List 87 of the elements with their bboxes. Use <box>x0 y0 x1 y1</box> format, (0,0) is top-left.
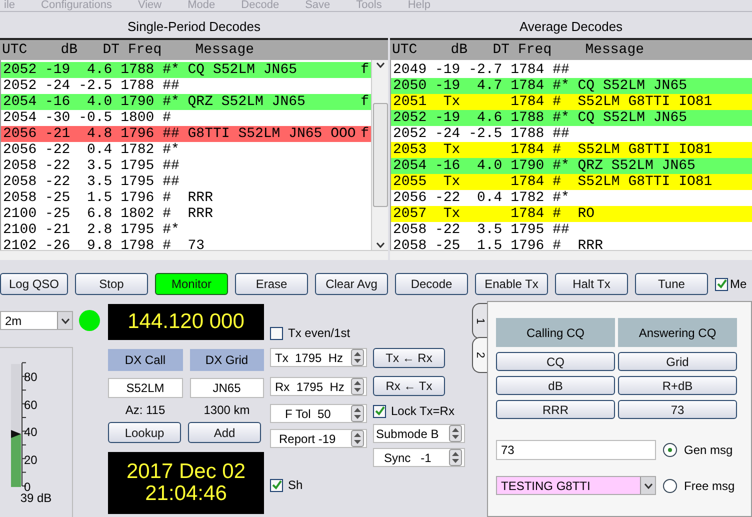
toolbar-button[interactable]: Stop <box>75 273 148 295</box>
spin-arrows-icon[interactable] <box>351 430 364 447</box>
table-header: UTC dB DT Freq Message <box>0 40 388 60</box>
caret-icon <box>644 482 652 488</box>
column-header: Calling CQ <box>496 318 615 347</box>
dx-call-field[interactable]: S52LM <box>108 378 182 398</box>
message-button[interactable]: Grid <box>618 352 737 371</box>
scrollbar[interactable] <box>390 250 752 260</box>
clock-date: 2017 Dec 02 <box>126 460 246 483</box>
caret-icon <box>376 62 384 68</box>
tolerance-spinbox[interactable]: F Tol 50 <box>270 404 367 423</box>
toolbar-button[interactable]: Decode <box>395 273 468 295</box>
tx-frequency-spinbox[interactable]: Tx 1795 Hz <box>270 348 367 367</box>
message-button[interactable]: CQ <box>496 352 615 371</box>
message-button[interactable]: 73 <box>618 400 737 419</box>
submode-spinbox[interactable]: Submode B <box>373 424 465 443</box>
distance-text: 1300 km <box>202 403 251 417</box>
checkbox-label: Sh <box>288 478 303 492</box>
toolbar-button[interactable]: Monitor <box>155 273 228 295</box>
checkbox[interactable] <box>270 326 283 340</box>
message-button[interactable]: R+dB <box>618 376 737 395</box>
pane-title: Single-Period Decodes <box>128 19 260 34</box>
decode-row[interactable]: 2055 Tx 1784 # S52LM G8TTI IO81 <box>391 174 752 190</box>
meter-tick-label: 80 <box>24 371 38 383</box>
radio-label: Gen msg <box>684 443 733 457</box>
peak-marker-icon <box>11 430 21 438</box>
caret-icon <box>376 242 384 248</box>
decode-row[interactable]: 2052 -19 4.6 1788 #* CQ S52LM JN65 f <box>1 62 371 78</box>
toolbar-button[interactable]: Clear Avg <box>315 273 388 295</box>
decode-row[interactable]: 2052 -19 4.6 1788 #* CQ S52LM JN65 <box>391 110 752 126</box>
checkbox-label: Tx even/1st <box>288 326 350 340</box>
rx-frequency-spinbox[interactable]: Rx 1795 Hz <box>270 377 367 396</box>
pane-title: Average Decodes <box>519 19 623 34</box>
column-header: Answering CQ <box>618 318 737 347</box>
meter-tick-label: 20 <box>24 454 38 466</box>
scrollbar[interactable] <box>371 60 388 250</box>
decode-row[interactable]: 2054 -16 4.0 1790 #* QRZ S52LM JN65 <box>391 158 752 174</box>
toolbar-button[interactable]: Log QSO <box>0 273 68 295</box>
decode-row[interactable]: 2050 -19 4.7 1784 #* CQ S52LM JN65 <box>391 78 752 94</box>
band-select[interactable]: 2m <box>0 311 74 330</box>
spin-arrows-icon[interactable] <box>351 378 364 395</box>
swap-button[interactable]: Tx ← Rx <box>373 348 445 368</box>
radio-button[interactable] <box>663 478 677 492</box>
meter-tick-label: 40 <box>24 426 38 438</box>
checkbox[interactable] <box>373 404 386 418</box>
frequency-display: 144.120 000 <box>128 310 244 334</box>
sync-spinbox[interactable]: Sync -1 <box>373 448 465 467</box>
report-spinbox[interactable]: Report -19 <box>270 429 367 448</box>
decode-row[interactable]: 2053 Tx 1784 # S52LM G8TTI IO81 <box>391 142 752 158</box>
checkbox[interactable] <box>270 478 283 492</box>
spin-arrows-icon[interactable] <box>449 449 462 466</box>
table-header: UTC dB DT Freq Message <box>390 40 752 60</box>
decode-row[interactable]: 2051 Tx 1784 # S52LM G8TTI IO81 <box>391 94 752 110</box>
spin-arrows-icon[interactable] <box>351 405 364 422</box>
checkbox[interactable] <box>715 278 728 290</box>
message-select[interactable]: TESTING G8TTI <box>496 476 656 495</box>
swap-button[interactable]: Rx ← Tx <box>373 376 445 396</box>
caret-icon <box>60 318 70 324</box>
azimuth-text: Az: 115 <box>124 403 166 417</box>
meter-tick-label: 0 <box>24 481 31 493</box>
toolbar-button[interactable]: Enable Tx <box>475 273 548 295</box>
checkbox-label: Me <box>730 277 747 291</box>
dx-call-label: DX Call <box>108 349 182 371</box>
radio-button[interactable] <box>663 443 677 457</box>
scrollbar[interactable] <box>0 250 388 260</box>
clock-time: 21:04:46 <box>145 483 227 506</box>
spin-arrows-icon[interactable] <box>351 349 364 366</box>
meter-reading: 39 dB <box>20 491 52 505</box>
decode-row[interactable]: 2057 Tx 1784 # RO <box>391 206 752 222</box>
decode-row[interactable]: 2054 -16 4.0 1790 #* QRZ S52LM JN65 f <box>1 94 371 110</box>
tab[interactable]: 1 <box>472 303 487 339</box>
decode-row[interactable]: 2056 -21 4.8 1796 ## G8TTI S52LM JN65 OOO f <box>1 126 371 142</box>
message-field[interactable]: 73 <box>496 440 656 460</box>
spin-arrows-icon[interactable] <box>449 425 462 442</box>
add-button[interactable]: Add <box>188 422 261 443</box>
lookup-button[interactable]: Lookup <box>108 422 181 443</box>
checkbox-label: Lock Tx=Rx <box>391 404 454 418</box>
message-button[interactable]: dB <box>496 376 615 395</box>
toolbar-button[interactable]: Erase <box>235 273 308 295</box>
toolbar-button[interactable]: Tune <box>635 273 708 295</box>
tab[interactable]: 2 <box>472 337 487 373</box>
message-button[interactable]: RRR <box>496 400 615 419</box>
dx-grid-label: DX Grid <box>190 349 264 371</box>
radio-label: Free msg <box>684 478 735 492</box>
toolbar-button[interactable]: Halt Tx <box>555 273 628 295</box>
meter-tick-label: 60 <box>24 398 38 410</box>
dx-grid-field[interactable]: JN65 <box>190 378 264 398</box>
